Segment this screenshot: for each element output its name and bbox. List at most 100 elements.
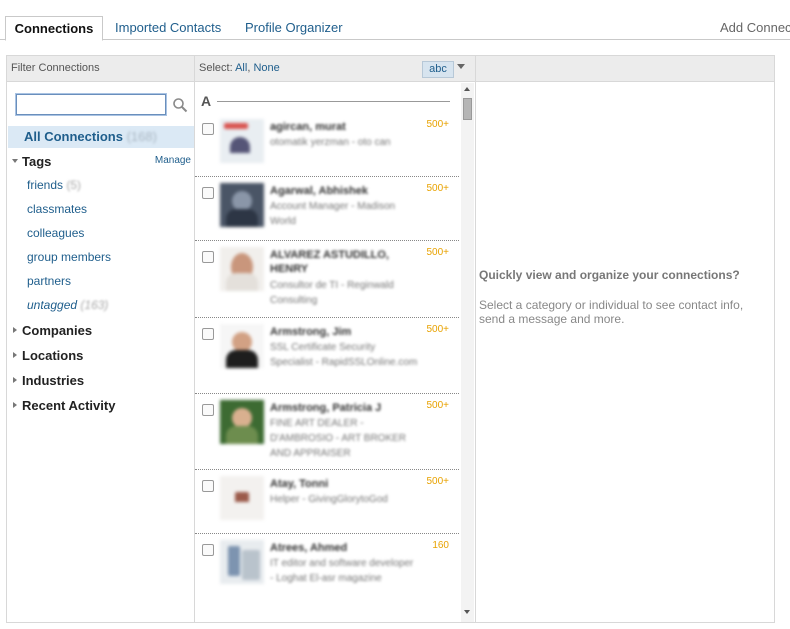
tag-label: group members <box>27 250 112 264</box>
tag-colleagues[interactable]: colleagues <box>27 226 84 240</box>
contact-row[interactable]: agircan, murat otomatik yerzman - oto ca… <box>195 113 459 177</box>
all-connections-item[interactable]: All Connections (168) <box>8 126 194 148</box>
tags-label: Tags <box>22 154 52 169</box>
contact-checkbox[interactable] <box>202 251 214 263</box>
sort-dropdown-icon[interactable] <box>457 64 465 69</box>
info-title: Quickly view and organize your connectio… <box>479 268 740 282</box>
contact-name[interactable]: Armstrong, Patricia J <box>270 401 410 415</box>
contact-headline: FINE ART DEALER - D'AMBROSIO - ART BROKE… <box>270 418 407 459</box>
section-label: Companies <box>22 323 93 338</box>
filter-search-input[interactable] <box>15 93 167 116</box>
panel-header: Filter Connections Select: All, None abc <box>7 56 774 82</box>
tags-section[interactable]: Tags Manage <box>11 154 195 172</box>
tag-partners[interactable]: partners <box>27 274 71 288</box>
section-label: Locations <box>22 348 84 363</box>
connection-count: 500+ <box>426 247 449 258</box>
contact-headline: IT editor and software developer - Logha… <box>270 558 414 584</box>
tag-untagged[interactable]: untagged (163) <box>27 298 108 312</box>
contact-row[interactable]: Atay, Tonni Helper - GivingGlorytoGod 50… <box>195 470 459 534</box>
select-controls: Select: All, None <box>199 62 280 74</box>
connection-count: 500+ <box>426 324 449 335</box>
expand-right-icon <box>13 402 17 408</box>
contact-checkbox[interactable] <box>202 123 214 135</box>
section-label: Recent Activity <box>22 398 116 413</box>
tab-imported-contacts[interactable]: Imported Contacts <box>115 16 221 41</box>
contact-row[interactable]: ALVAREZ ASTUDILLO, HENRY Consultor de TI… <box>195 241 459 318</box>
letter-heading: A <box>201 93 212 109</box>
tag-label: untagged <box>27 298 78 312</box>
contact-checkbox[interactable] <box>202 328 214 340</box>
tab-profile-organizer[interactable]: Profile Organizer <box>245 16 343 41</box>
contact-photo[interactable] <box>220 540 264 584</box>
contact-photo[interactable] <box>220 119 264 163</box>
letter-divider <box>217 101 450 102</box>
search-icon[interactable] <box>172 97 188 113</box>
scroll-thumb[interactable] <box>463 98 472 120</box>
section-recent-activity[interactable]: Recent Activity <box>11 398 195 416</box>
scroll-down-icon[interactable] <box>464 610 470 614</box>
expand-right-icon <box>13 377 17 383</box>
contact-photo[interactable] <box>220 183 264 227</box>
tag-classmates[interactable]: classmates <box>27 202 87 216</box>
list-scrollbar[interactable] <box>461 83 474 622</box>
contact-photo[interactable] <box>220 476 264 520</box>
contact-headline: otomatik yerzman - oto can <box>270 137 391 148</box>
connections-panel: Filter Connections Select: All, None abc… <box>6 55 775 623</box>
connection-count: 500+ <box>426 183 449 194</box>
expand-down-icon <box>12 159 18 163</box>
tab-bar: Connections Imported Contacts Profile Or… <box>0 0 790 41</box>
contact-photo[interactable] <box>220 324 264 368</box>
contact-checkbox[interactable] <box>202 187 214 199</box>
contact-photo[interactable] <box>220 400 264 444</box>
contact-headline: SSL Certificate Security Specialist - Ra… <box>270 342 418 368</box>
connection-count: 500+ <box>426 476 449 487</box>
tag-friends[interactable]: friends (5) <box>27 178 81 192</box>
section-industries[interactable]: Industries <box>11 373 195 391</box>
expand-right-icon <box>13 327 17 333</box>
list-divider <box>475 56 476 622</box>
tag-label: partners <box>27 274 72 288</box>
contact-name[interactable]: Agarwal, Abhishek <box>270 184 410 198</box>
filter-connections-label: Filter Connections <box>11 62 100 74</box>
add-connections-link[interactable]: Add Connec <box>720 16 790 41</box>
contact-list: A agircan, murat otomatik yerzman - oto … <box>195 83 460 622</box>
select-none-link[interactable]: None <box>253 62 279 74</box>
tab-connections[interactable]: Connections <box>5 16 103 41</box>
all-connections-label: All Connections <box>24 129 123 144</box>
contact-name[interactable]: ALVAREZ ASTUDILLO, HENRY <box>270 248 410 276</box>
section-label: Industries <box>22 373 85 388</box>
contact-name[interactable]: Atay, Tonni <box>270 477 410 491</box>
contact-row[interactable]: Atrees, Ahmed IT editor and software dev… <box>195 534 459 622</box>
contact-row[interactable]: Agarwal, Abhishek Account Manager - Madi… <box>195 177 459 241</box>
section-companies[interactable]: Companies <box>11 323 195 341</box>
contact-checkbox[interactable] <box>202 480 214 492</box>
tag-group-members[interactable]: group members <box>27 250 111 264</box>
contact-photo[interactable] <box>220 247 264 291</box>
contact-name[interactable]: Armstrong, Jim <box>270 325 410 339</box>
tag-label: classmates <box>27 202 88 216</box>
contact-headline: Helper - GivingGlorytoGod <box>270 494 388 505</box>
contact-headline: Account Manager - Madison World <box>270 201 396 227</box>
tag-label: colleagues <box>27 226 85 240</box>
sort-button[interactable]: abc <box>422 61 454 78</box>
connection-count: 160 <box>432 540 449 551</box>
info-description: Select a category or individual to see c… <box>479 298 744 326</box>
connection-count: 500+ <box>426 119 449 130</box>
contact-headline: Consultor de TI - Reginwald Consulting <box>270 280 394 306</box>
contact-row[interactable]: Armstrong, Patricia J FINE ART DEALER - … <box>195 394 459 470</box>
tag-label: friends <box>27 178 64 192</box>
select-separator: , <box>247 62 251 74</box>
select-prefix: Select: <box>199 62 233 74</box>
contact-name[interactable]: agircan, murat <box>270 120 410 134</box>
manage-tags-link[interactable]: Manage <box>155 155 191 166</box>
contact-row[interactable]: Armstrong, Jim SSL Certificate Security … <box>195 318 459 394</box>
contact-checkbox[interactable] <box>202 404 214 416</box>
all-connections-count: (168) <box>126 129 157 144</box>
tag-count: (163) <box>80 298 109 312</box>
select-all-link[interactable]: All <box>235 62 247 74</box>
tag-count: (5) <box>66 178 82 192</box>
scroll-up-icon[interactable] <box>464 87 470 91</box>
contact-checkbox[interactable] <box>202 544 214 556</box>
section-locations[interactable]: Locations <box>11 348 195 366</box>
contact-name[interactable]: Atrees, Ahmed <box>270 541 410 555</box>
